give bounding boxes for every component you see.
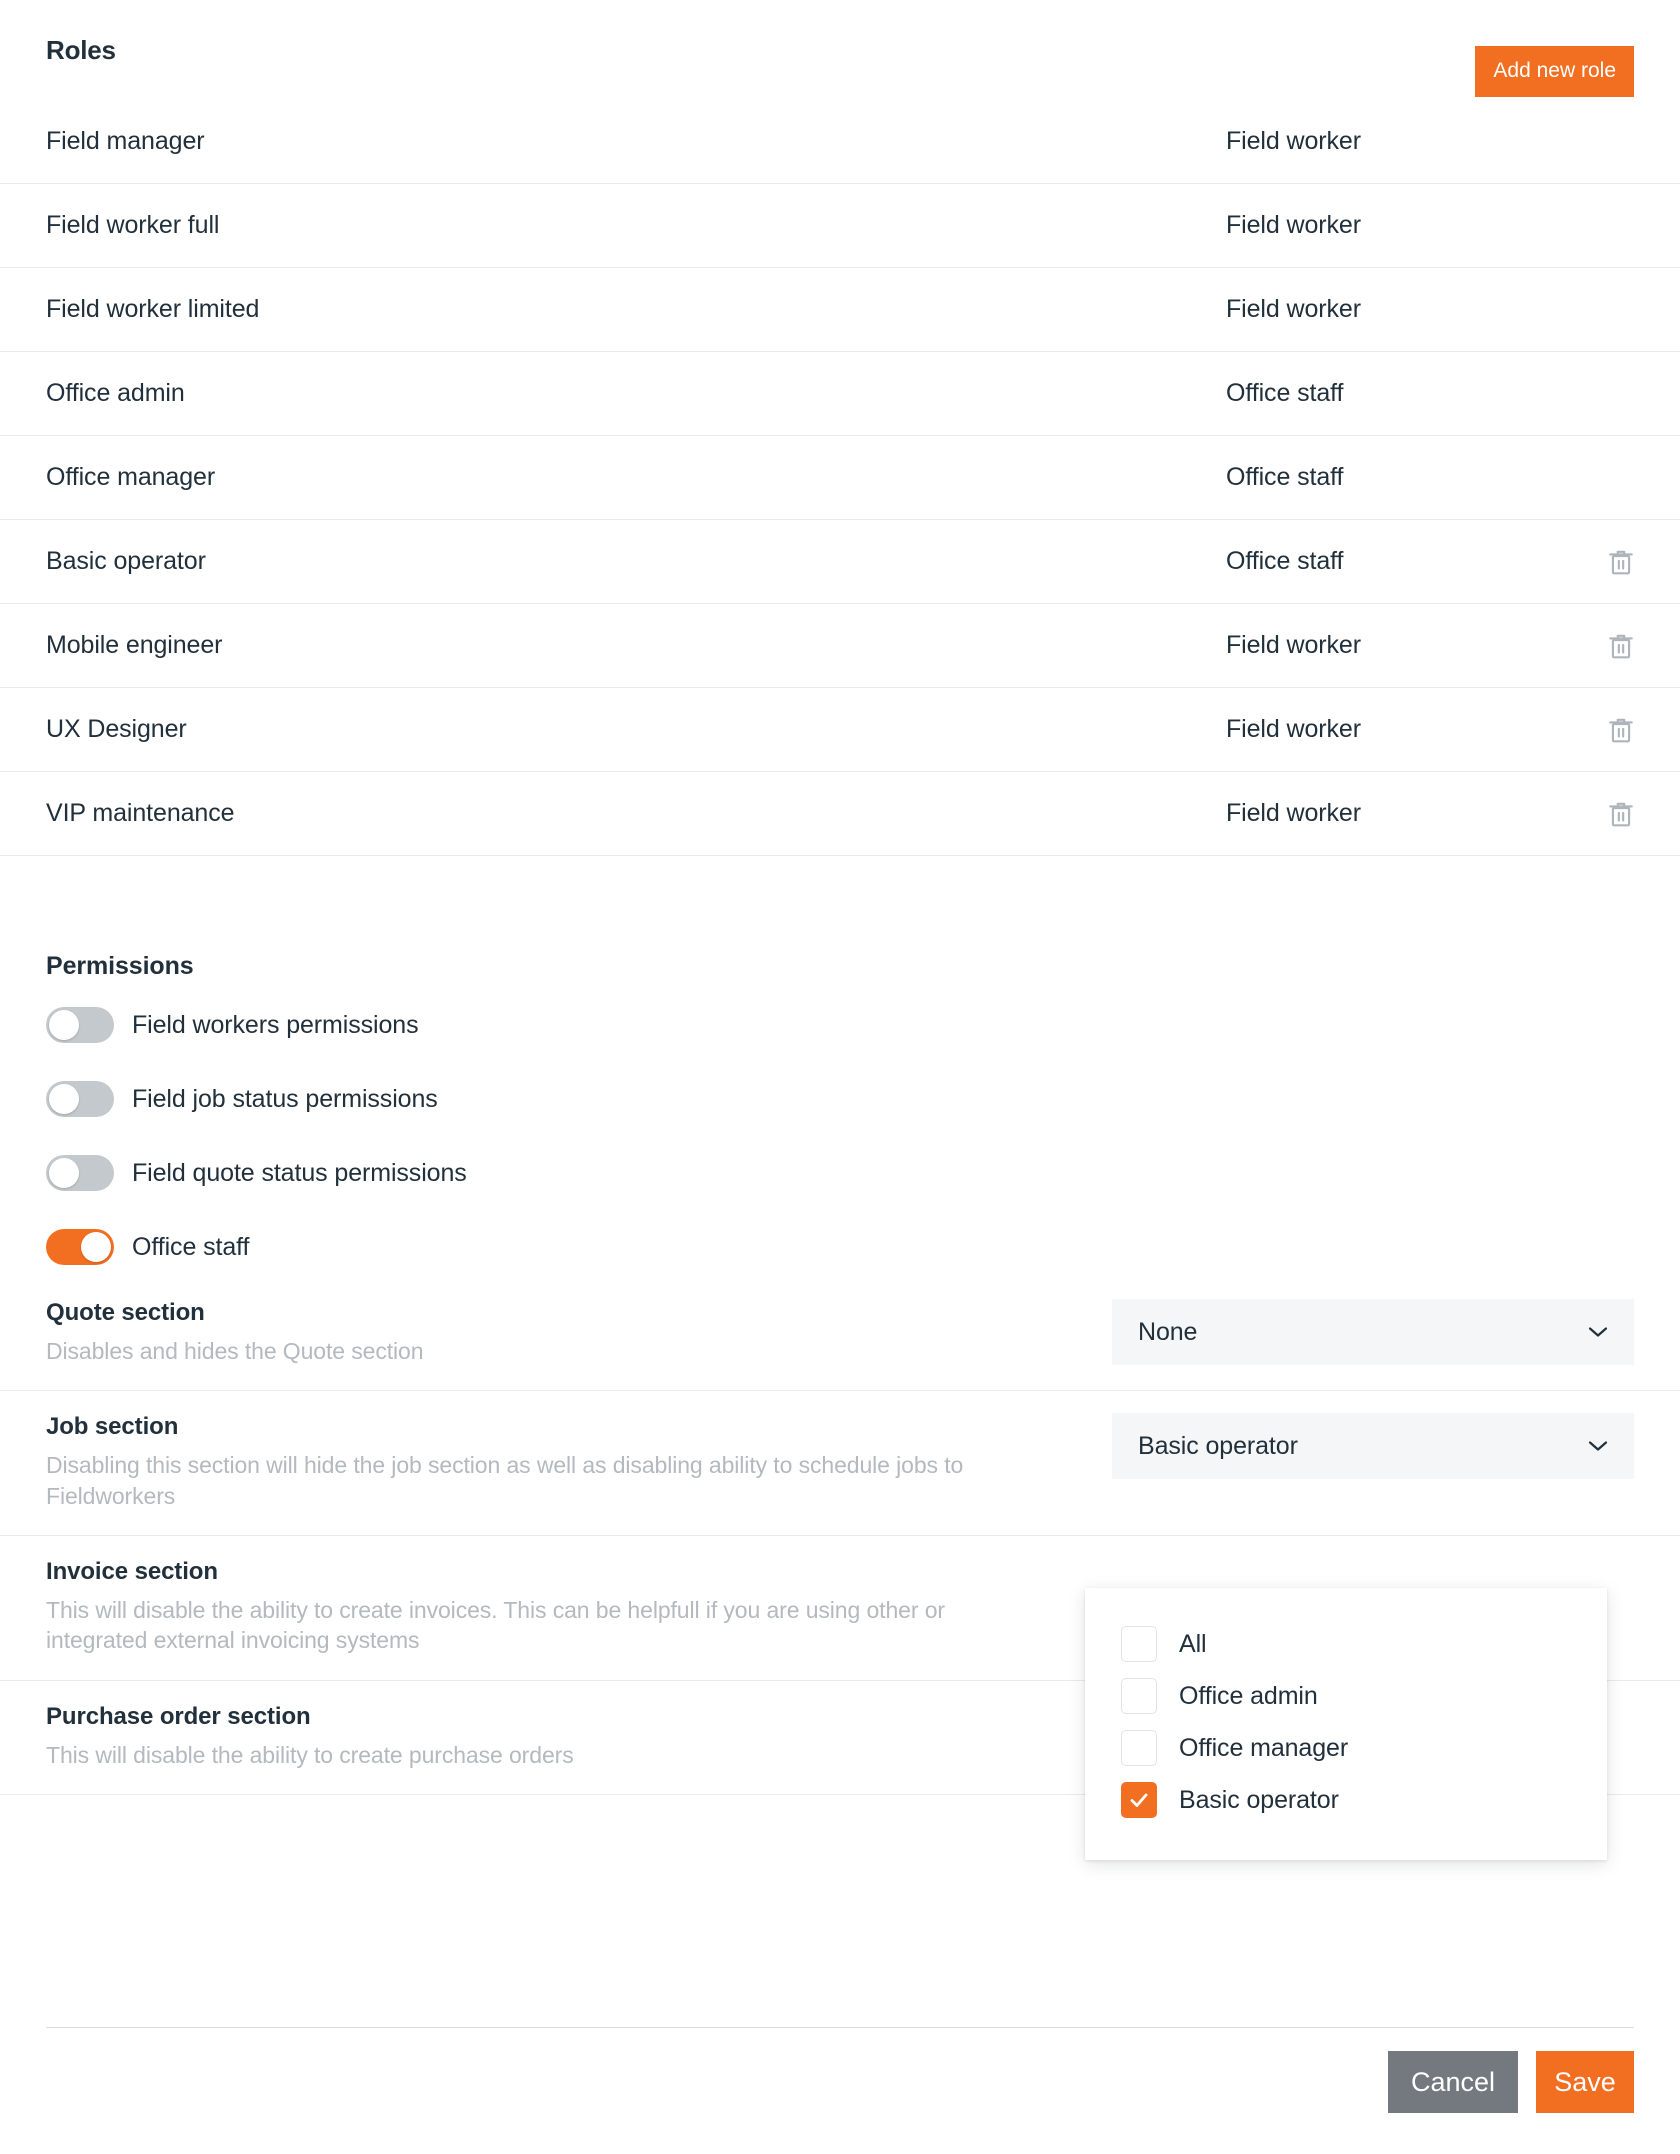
toggle-knob — [49, 1084, 79, 1114]
job-section-select[interactable]: Basic operator — [1112, 1413, 1634, 1480]
roles-table: Field manager Field worker Field worker … — [0, 100, 1680, 856]
trash-icon[interactable] — [1608, 632, 1634, 660]
checkbox[interactable] — [1121, 1730, 1157, 1766]
toggle-label: Field workers permissions — [132, 1010, 419, 1039]
select-value: Basic operator — [1138, 1431, 1298, 1460]
role-name: Mobile engineer — [46, 631, 223, 659]
roles-header: Roles — [0, 0, 1680, 100]
roles-permissions-page: Roles Add new role Field manager Field w… — [0, 0, 1680, 2154]
toggle-knob — [81, 1232, 111, 1262]
section-description: This will disable the ability to create … — [46, 1741, 574, 1768]
section-description: Disabling this section will hide the job… — [46, 1452, 964, 1509]
permission-toggle-office-staff[interactable]: Office staff — [0, 1217, 1680, 1277]
table-row[interactable]: Field worker limited Field worker — [0, 268, 1680, 352]
permission-toggle-field-job-status[interactable]: Field job status permissions — [0, 1069, 1680, 1129]
role-name: Field manager — [46, 127, 205, 155]
table-row[interactable]: Office manager Office staff — [0, 436, 1680, 520]
checkbox[interactable] — [1121, 1678, 1157, 1714]
section-texts: Purchase order section This will disable… — [46, 1703, 1066, 1770]
section-row-quote: Quote section Disables and hides the Quo… — [0, 1277, 1680, 1392]
role-name: UX Designer — [46, 715, 187, 743]
section-texts: Invoice section This will disable the ab… — [46, 1558, 1066, 1656]
table-row[interactable]: UX Designer Field worker — [0, 688, 1680, 772]
role-type: Office staff — [1226, 379, 1344, 407]
role-type: Field worker — [1226, 799, 1361, 827]
role-type: Field worker — [1226, 295, 1361, 323]
section-description: This will disable the ability to create … — [46, 1597, 945, 1654]
dropdown-option-label: Basic operator — [1179, 1785, 1339, 1814]
checkbox[interactable] — [1121, 1626, 1157, 1662]
job-section-dropdown-panel[interactable]: All Office admin Office manager Basic op… — [1085, 1588, 1607, 1860]
row-actions — [1574, 716, 1634, 744]
permission-toggle-field-quote-status[interactable]: Field quote status permissions — [0, 1143, 1680, 1203]
select-value: None — [1138, 1317, 1198, 1346]
toggle-switch[interactable] — [46, 1155, 114, 1191]
table-row[interactable]: Office admin Office staff — [0, 352, 1680, 436]
row-actions — [1574, 800, 1634, 828]
table-row[interactable]: Basic operator Office staff — [0, 520, 1680, 604]
chevron-down-icon — [1588, 1440, 1608, 1452]
toggle-switch[interactable] — [46, 1229, 114, 1265]
cancel-button[interactable]: Cancel — [1388, 2051, 1518, 2113]
dropdown-option-label: All — [1179, 1629, 1207, 1658]
permission-toggle-field-workers[interactable]: Field workers permissions — [0, 995, 1680, 1055]
add-new-role-button[interactable]: Add new role — [1475, 46, 1634, 97]
table-row[interactable]: Mobile engineer Field worker — [0, 604, 1680, 688]
role-type: Field worker — [1226, 127, 1361, 155]
page-title: Roles — [46, 34, 116, 65]
role-type: Office staff — [1226, 547, 1344, 575]
dropdown-option-basic-operator[interactable]: Basic operator — [1085, 1774, 1607, 1826]
table-row[interactable]: VIP maintenance Field worker — [0, 772, 1680, 856]
trash-icon[interactable] — [1608, 548, 1634, 576]
role-type: Office staff — [1226, 463, 1344, 491]
role-name: Office admin — [46, 379, 185, 407]
toggle-knob — [49, 1158, 79, 1188]
trash-icon[interactable] — [1608, 716, 1634, 744]
dropdown-option-label: Office admin — [1179, 1681, 1318, 1710]
dropdown-option-office-admin[interactable]: Office admin — [1085, 1670, 1607, 1722]
toggle-label: Field quote status permissions — [132, 1158, 467, 1187]
section-control: Basic operator — [1066, 1413, 1634, 1480]
dropdown-option-office-manager[interactable]: Office manager — [1085, 1722, 1607, 1774]
trash-icon[interactable] — [1608, 800, 1634, 828]
role-name: Basic operator — [46, 547, 206, 575]
row-actions — [1574, 632, 1634, 660]
role-name: Field worker limited — [46, 295, 260, 323]
section-title: Invoice section — [46, 1558, 218, 1586]
chevron-down-icon — [1588, 1326, 1608, 1338]
role-type: Field worker — [1226, 715, 1361, 743]
section-description: Disables and hides the Quote section — [46, 1338, 424, 1364]
dropdown-option-label: Office manager — [1179, 1733, 1349, 1762]
save-button[interactable]: Save — [1536, 2051, 1634, 2113]
role-name: Field worker full — [46, 211, 220, 239]
section-row-job: Job section Disabling this section will … — [0, 1391, 1680, 1537]
role-type: Field worker — [1226, 211, 1361, 239]
footer-divider — [46, 2027, 1634, 2028]
role-name: VIP maintenance — [46, 799, 235, 827]
table-row[interactable]: Field manager Field worker — [0, 100, 1680, 184]
section-texts: Quote section Disables and hides the Quo… — [46, 1299, 1066, 1366]
role-name: Office manager — [46, 463, 216, 491]
toggle-switch[interactable] — [46, 1081, 114, 1117]
toggle-knob — [49, 1010, 79, 1040]
section-texts: Job section Disabling this section will … — [46, 1413, 1066, 1511]
checkbox[interactable] — [1121, 1782, 1157, 1818]
permissions-heading: Permissions — [46, 952, 194, 980]
section-control: None — [1066, 1299, 1634, 1365]
toggle-label: Field job status permissions — [132, 1084, 438, 1113]
section-title: Job section — [46, 1413, 179, 1441]
dropdown-option-all[interactable]: All — [1085, 1618, 1607, 1670]
toggle-label: Office staff — [132, 1232, 250, 1261]
section-title: Quote section — [46, 1299, 205, 1326]
footer-actions: Cancel Save — [1388, 2051, 1634, 2113]
section-title: Purchase order section — [46, 1702, 311, 1730]
table-row[interactable]: Field worker full Field worker — [0, 184, 1680, 268]
row-actions — [1574, 548, 1634, 576]
toggle-switch[interactable] — [46, 1007, 114, 1043]
quote-section-select[interactable]: None — [1112, 1299, 1634, 1365]
role-type: Field worker — [1226, 631, 1361, 659]
